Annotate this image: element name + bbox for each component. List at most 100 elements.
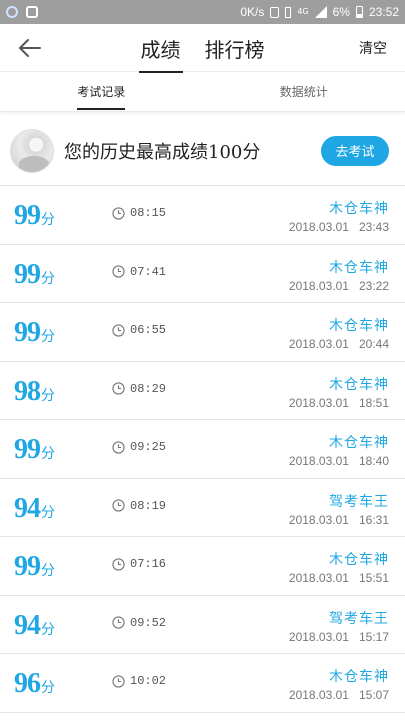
battery-percent: 6% [332, 5, 350, 19]
status-bar: 0K/s 4G 6% 23:52 [0, 0, 405, 24]
avatar [10, 128, 54, 173]
score: 99 分 [14, 200, 55, 232]
record-row[interactable]: 96 分 10:02 木仓车神 2018.03.01 15:07 [0, 654, 405, 713]
score-unit: 分 [41, 329, 55, 345]
clock-icon [112, 557, 125, 571]
score: 98 分 [14, 376, 55, 408]
record-datetime: 2018.03.01 15:17 [289, 630, 389, 644]
best-score-banner: 您的历史最高成绩100分 去考试 [0, 116, 405, 186]
score-unit: 分 [41, 212, 55, 228]
rank-title: 木仓车神 [329, 376, 389, 393]
duration-value: 09:52 [130, 615, 167, 630]
record-datetime: 2018.03.01 18:51 [289, 396, 389, 410]
score-unit: 分 [41, 680, 55, 696]
record-time: 20:44 [358, 337, 389, 351]
score-value: 99 [14, 200, 41, 231]
score: 96 分 [14, 668, 55, 700]
signal-icon [314, 6, 327, 18]
record-time: 15:51 [358, 571, 389, 585]
rank-title: 木仓车神 [329, 552, 389, 568]
record-time: 23:22 [358, 278, 389, 293]
record-date: 2018.03.01 [288, 571, 349, 585]
tab-exam-records[interactable]: 考试记录 [0, 72, 203, 111]
tab-ranking[interactable]: 排行榜 [203, 34, 267, 73]
record-datetime: 2018.03.01 15:51 [289, 571, 389, 585]
record-datetime: 2018.03.01 16:31 [289, 513, 389, 527]
score-unit: 分 [41, 621, 55, 638]
record-date: 2018.03.01 [288, 688, 349, 702]
clock-icon [112, 382, 125, 395]
record-row[interactable]: 99 分 07:41 木仓车神 2018.03.01 23:22 [0, 245, 405, 303]
duration: 10:02 [112, 674, 166, 688]
clock-time: 23:52 [368, 5, 399, 19]
rank-title: 木仓车神 [329, 318, 389, 334]
rank-title: 驾考车王 [329, 493, 389, 510]
duration: 09:52 [112, 616, 166, 630]
clock-icon [112, 499, 125, 512]
score-value: 98 [14, 375, 41, 407]
score: 99 分 [14, 434, 55, 466]
clock-icon [112, 206, 125, 220]
nfc-icon [270, 6, 280, 18]
record-date: 2018.03.01 [288, 629, 349, 644]
record-row[interactable]: 99 分 08:15 木仓车神 2018.03.01 23:43 [0, 186, 405, 245]
score: 99 分 [14, 551, 55, 583]
exam-record-list: 99 分 08:15 木仓车神 2018.03.01 23:43 99 分 07:4… [0, 186, 405, 713]
record-date: 2018.03.01 [288, 278, 349, 293]
tab-statistics-label: 数据统计 [279, 85, 328, 99]
record-row[interactable]: 94 分 08:19 驾考车王 2018.03.01 16:31 [0, 479, 405, 537]
rank-title: 木仓车神 [329, 435, 389, 451]
record-row[interactable]: 99 分 09:25 木仓车神 2018.03.01 18:40 [0, 420, 405, 479]
record-row[interactable]: 98 分 08:29 木仓车神 2018.03.01 18:51 [0, 362, 405, 420]
record-time: 23:43 [358, 220, 389, 234]
clear-button[interactable]: 清空 [359, 38, 387, 58]
go-exam-button[interactable]: 去考试 [321, 135, 389, 166]
duration: 09:25 [112, 440, 166, 454]
duration: 08:29 [112, 382, 166, 396]
notification-icon [26, 6, 38, 18]
tab-statistics[interactable]: 数据统计 [203, 72, 405, 111]
best-score-text: 您的历史最高成绩100分 [64, 141, 261, 163]
duration: 08:19 [112, 499, 166, 513]
network-speed: 0K/s [240, 5, 265, 19]
record-datetime: 2018.03.01 23:22 [289, 279, 389, 293]
assistant-icon [6, 6, 18, 18]
record-row[interactable]: 99 分 07:16 木仓车神 2018.03.01 15:51 [0, 537, 405, 596]
clock-icon [112, 440, 125, 454]
duration-value: 08:15 [130, 206, 167, 220]
score-unit: 分 [41, 504, 55, 521]
duration: 07:41 [112, 265, 166, 279]
score-value: 96 [14, 668, 41, 699]
score-value: 99 [14, 258, 41, 290]
clock-icon [112, 265, 125, 278]
score-value: 99 [14, 551, 41, 582]
battery-icon [355, 6, 363, 18]
score: 99 分 [14, 317, 55, 349]
record-time: 16:31 [358, 512, 389, 527]
record-date: 2018.03.01 [288, 512, 349, 527]
record-row[interactable]: 99 分 06:55 木仓车神 2018.03.01 20:44 [0, 303, 405, 362]
score-unit: 分 [41, 270, 55, 287]
score-value: 99 [14, 434, 41, 465]
score-value: 94 [14, 492, 41, 524]
tab-scores[interactable]: 成绩 [138, 34, 183, 73]
record-datetime: 2018.03.01 18:40 [289, 454, 389, 468]
record-row[interactable]: 94 分 09:52 驾考车王 2018.03.01 15:17 [0, 596, 405, 654]
duration-value: 06:55 [130, 323, 167, 337]
record-date: 2018.03.01 [288, 454, 349, 468]
record-time: 18:51 [358, 395, 389, 410]
score: 94 分 [14, 493, 55, 525]
record-date: 2018.03.01 [288, 337, 349, 351]
clock-icon [112, 674, 125, 688]
score-value: 94 [14, 609, 41, 641]
record-time: 18:40 [358, 454, 389, 468]
vibrate-icon [285, 6, 292, 18]
rank-title: 木仓车神 [329, 259, 389, 276]
duration-value: 08:19 [130, 498, 167, 513]
record-datetime: 2018.03.01 15:07 [289, 688, 389, 702]
duration: 07:16 [112, 557, 166, 571]
sub-tabs: 考试记录 数据统计 [0, 72, 405, 112]
duration: 08:15 [112, 206, 166, 220]
clock-icon [112, 323, 125, 337]
record-datetime: 2018.03.01 20:44 [289, 337, 389, 351]
